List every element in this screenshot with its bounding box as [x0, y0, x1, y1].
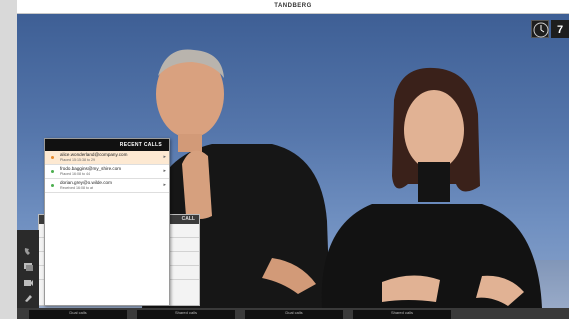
- bottom-tab[interactable]: Shared calls: [137, 310, 235, 319]
- bottom-tab[interactable]: Shared calls: [353, 310, 451, 319]
- call-detail: Placed 15:15:38 to 29: [60, 158, 95, 162]
- side-toolbar: [17, 230, 39, 308]
- bottom-tab[interactable]: Dual calls: [245, 310, 343, 319]
- call-status-icon: [51, 184, 54, 187]
- layout-icon[interactable]: [23, 261, 34, 272]
- brand-logo: TANDBERG: [274, 3, 312, 9]
- recent-call-item[interactable]: dorian.grey@o.wilde.com Received 16:08 to…: [45, 179, 169, 193]
- recent-calls-title: RECENT CALLS: [45, 139, 169, 151]
- participant-woman: [321, 67, 542, 308]
- camera-icon[interactable]: [23, 277, 34, 288]
- bottom-bar: Dual calls Shared calls Dual calls Shared c…: [17, 308, 569, 319]
- call-detail: Received 16:08 to at: [60, 186, 93, 190]
- recent-calls-list: alice.wonderland@company.com Placed 15:15…: [45, 151, 169, 193]
- recent-call-item[interactable]: alice.wonderland@company.com Placed 15:15…: [45, 151, 169, 165]
- clock-icon: [533, 22, 549, 38]
- recent-calls-popup: RECENT CALLS alice.wonderland@company.co…: [44, 138, 170, 306]
- bottom-tab[interactable]: Dual calls: [29, 310, 127, 319]
- call-address: frodo.baggins@my_shire.com: [60, 166, 122, 171]
- call-address: alice.wonderland@company.com: [60, 152, 128, 157]
- call-detail: Placed 16:08 to 44: [60, 172, 90, 176]
- call-status-icon: [51, 156, 54, 159]
- clock-widget[interactable]: [531, 20, 549, 38]
- left-gutter: [0, 0, 17, 319]
- date-badge: 7: [551, 20, 569, 38]
- top-bar: TANDBERG: [17, 0, 569, 14]
- call-status-icon: [51, 170, 54, 173]
- call-address: dorian.grey@o.wilde.com: [60, 180, 112, 185]
- settings-icon[interactable]: [23, 292, 34, 303]
- screen: TANDBERG 7 CALL RECENT CALLS alice.wonde…: [0, 0, 569, 319]
- phone-icon[interactable]: [23, 246, 34, 257]
- recent-call-item[interactable]: frodo.baggins@my_shire.com Placed 16:08 t…: [45, 165, 169, 179]
- chevron-right-icon[interactable]: ▸: [163, 168, 166, 174]
- chevron-right-icon[interactable]: ▸: [163, 154, 166, 160]
- chevron-right-icon[interactable]: ▸: [163, 182, 166, 188]
